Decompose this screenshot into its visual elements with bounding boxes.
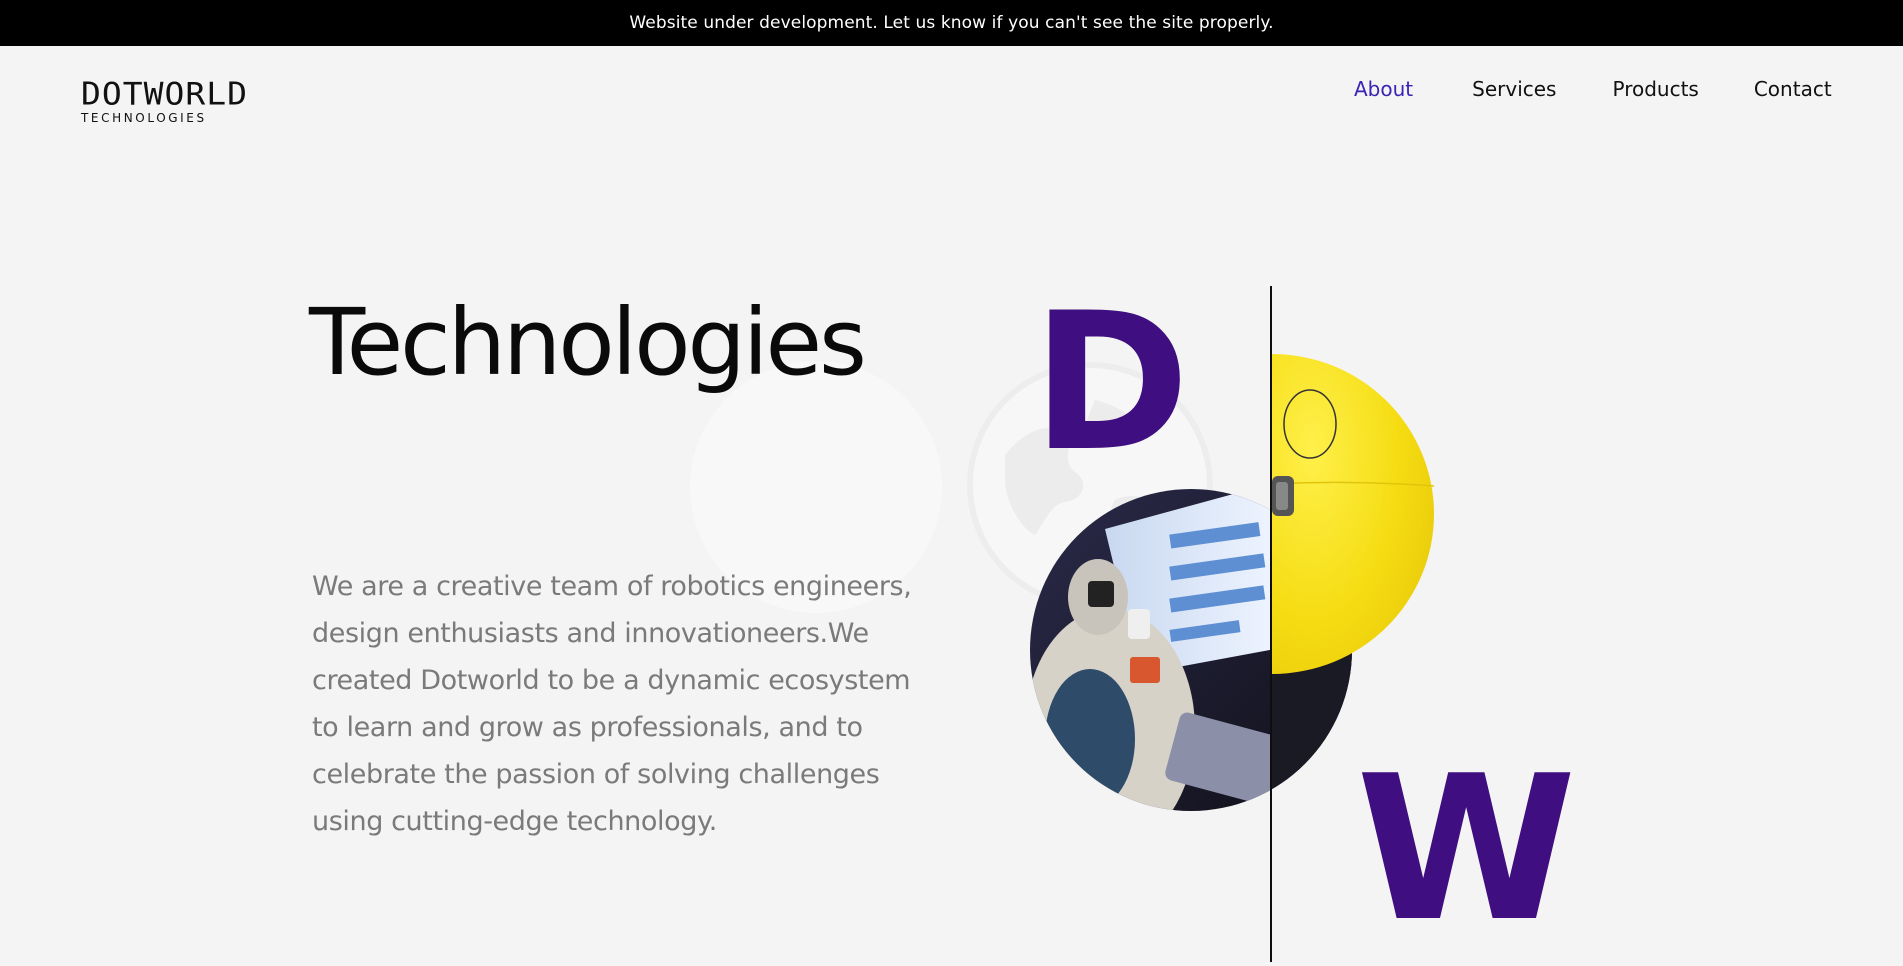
logo[interactable]: DOTWORLD TECHNOLOGIES xyxy=(81,78,248,124)
brand-letter-w: W xyxy=(1356,733,1577,966)
nav-services[interactable]: Services xyxy=(1472,77,1556,101)
nav-about[interactable]: About xyxy=(1354,77,1413,101)
yellow-robot-graphic xyxy=(1272,354,1434,674)
logo-subtitle: TECHNOLOGIES xyxy=(81,111,207,125)
logo-wordmark: DOTWORLD xyxy=(81,75,248,113)
page-title: Technologies xyxy=(309,289,867,396)
nav-products[interactable]: Products xyxy=(1612,77,1698,101)
banner-text: Website under development. Let us know i… xyxy=(629,13,1274,33)
vertical-divider xyxy=(1270,286,1272,962)
announcement-banner: Website under development. Let us know i… xyxy=(0,0,1903,46)
brand-letter-d: D xyxy=(1032,272,1190,493)
hero-description: We are a creative team of robotics engin… xyxy=(312,571,912,837)
main-navigation: About Services Products Contact xyxy=(1354,77,1832,101)
nav-contact[interactable]: Contact xyxy=(1754,77,1832,101)
